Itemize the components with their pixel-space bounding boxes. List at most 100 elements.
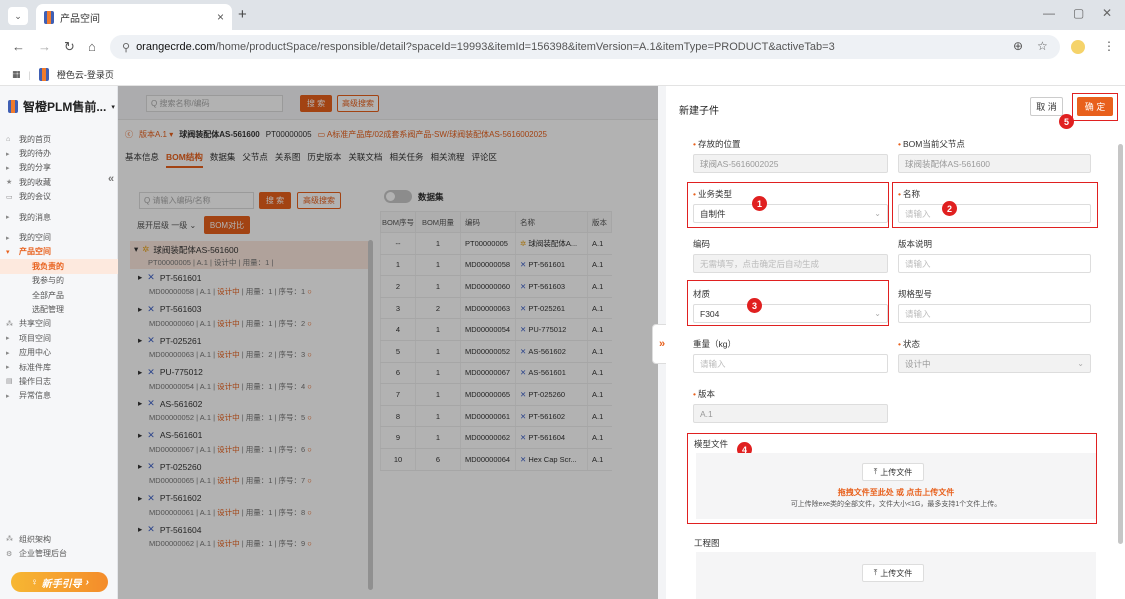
sidebar-bottom: ⁂ 组织架构 ⚙ 企业管理后台 bbox=[0, 532, 118, 561]
sidebar-item-label: 项目空间 bbox=[19, 333, 51, 343]
spec-input[interactable]: 请输入 bbox=[898, 304, 1091, 323]
sidebar-item-shared-space[interactable]: ⁂ 共享空间 bbox=[0, 317, 118, 331]
cancel-button[interactable]: 取 消 bbox=[1030, 97, 1063, 116]
version-field: A.1 bbox=[693, 404, 888, 423]
chevron-down-icon: ▾ bbox=[111, 103, 115, 111]
sidebar-item-label: 全部产品 bbox=[32, 290, 64, 300]
material-select[interactable]: F304 ⌄ bbox=[693, 304, 888, 323]
sidebar-item-errors[interactable]: ▸ 异常信息 bbox=[0, 389, 118, 403]
chevron-down-icon: ⌄ bbox=[1077, 359, 1084, 368]
name-label: • 名称 bbox=[898, 189, 920, 199]
window-close-icon[interactable]: ✕ bbox=[1102, 6, 1112, 20]
drawer-scrollbar[interactable] bbox=[1118, 144, 1123, 544]
model-upload-button[interactable]: ⤒ 上传文件 bbox=[862, 463, 924, 481]
site-info-icon[interactable]: ⚲ bbox=[122, 41, 130, 54]
browser-tab[interactable]: 产品空间 × bbox=[36, 4, 232, 30]
back-icon[interactable]: ← bbox=[12, 39, 25, 54]
upload-button-label: 上传文件 bbox=[880, 568, 913, 578]
brand-name: 智橙PLM售前... bbox=[23, 100, 107, 114]
sidebar-item-standard-lib[interactable]: ▸ 标准件库 bbox=[0, 360, 118, 374]
more-menu-icon[interactable]: ⋮ bbox=[1103, 39, 1115, 53]
version-note-label: 版本说明 bbox=[898, 239, 933, 249]
sidebar-item-label: 产品空间 bbox=[19, 247, 51, 257]
sidebar-item-label: 我的收藏 bbox=[19, 177, 51, 187]
beginner-guide-button[interactable]: ♀ 新手引导 › bbox=[11, 572, 108, 592]
sidebar-item-messages[interactable]: ▸ 我的消息 bbox=[0, 210, 118, 224]
sidebar-nav: ⌂ 我的首页 ▸ 我的待办 ▸ 我的分享 ★ 我的收藏 ▭ 我的会议 ▸ 我的消息 ▸ 我的空… bbox=[0, 132, 118, 403]
spec-label: 规格型号 bbox=[898, 289, 933, 299]
sidebar-item-config[interactable]: 选配管理 bbox=[0, 302, 118, 316]
project-icon: ▸ bbox=[6, 335, 10, 343]
drawing-upload-button[interactable]: ⤒ 上传文件 bbox=[862, 564, 924, 582]
zoom-icon[interactable]: ⊕ bbox=[1013, 39, 1023, 53]
apps-grid-icon[interactable]: ▦ bbox=[12, 69, 21, 80]
chevron-right-icon: › bbox=[85, 576, 89, 588]
model-file-label: 模型文件 bbox=[694, 439, 729, 449]
sidebar-item-product-space[interactable]: ▾ 产品空间 bbox=[0, 245, 118, 259]
sidebar-item-home[interactable]: ⌂ 我的首页 bbox=[0, 132, 118, 146]
sidebar: 智橙PLM售前... ▾ ⌂ 我的首页 ▸ 我的待办 ▸ 我的分享 ★ 我的收藏 ▭ 我的… bbox=[0, 86, 118, 599]
sidebar-item-label: 我参与的 bbox=[32, 276, 64, 286]
tab-search-chevron-icon[interactable]: ⌄ bbox=[8, 7, 28, 25]
todo-icon: ▸ bbox=[6, 150, 10, 158]
sidebar-item-org[interactable]: ⁂ 组织架构 bbox=[0, 532, 118, 546]
status-select: 设计中 ⌄ bbox=[898, 354, 1091, 373]
profile-avatar-icon[interactable] bbox=[1071, 40, 1085, 54]
name-input[interactable]: 请输入 bbox=[898, 204, 1091, 223]
workspace-switcher[interactable]: 智橙PLM售前... ▾ bbox=[8, 98, 115, 115]
sidebar-item-oplog[interactable]: ▤ 操作日志 bbox=[0, 374, 118, 388]
sidebar-item-participated[interactable]: 我参与的 bbox=[0, 274, 118, 288]
sidebar-item-meetings[interactable]: ▭ 我的会议 bbox=[0, 190, 118, 204]
bookmarks-bar: ▦ | 橙色云-登录页 bbox=[0, 64, 1125, 86]
version-note-input[interactable]: 请输入 bbox=[898, 254, 1091, 273]
location-label-text: 存放的位置 bbox=[697, 139, 741, 149]
annotation-badge-3: 3 bbox=[747, 298, 762, 313]
biz-type-select[interactable]: 自制件 ⌄ bbox=[693, 204, 888, 223]
url-field[interactable]: ⚲ orangecrde.com/home/productSpace/respo… bbox=[110, 35, 1060, 59]
bookmark-item[interactable]: 橙色云-登录页 bbox=[57, 68, 114, 81]
upload-hint-main: 拖拽文件至此处 或 点击上传文件 bbox=[837, 488, 955, 497]
sidebar-item-my-space[interactable]: ▸ 我的空间 bbox=[0, 230, 118, 244]
version-label-text: 版本 bbox=[697, 389, 715, 399]
minimize-icon[interactable]: — bbox=[1043, 6, 1055, 20]
sidebar-item-app-center[interactable]: ▸ 应用中心 bbox=[0, 345, 118, 359]
drawing-dropzone[interactable]: ⤒ 上传文件 bbox=[696, 552, 1096, 599]
home-icon[interactable]: ⌂ bbox=[88, 39, 96, 54]
sidebar-item-all-products[interactable]: 全部产品 bbox=[0, 288, 118, 302]
url-host: orangecrde.com bbox=[136, 41, 216, 53]
material-label: 材质 bbox=[693, 289, 711, 299]
sidebar-item-project-space[interactable]: ▸ 项目空间 bbox=[0, 331, 118, 345]
status-label: • 状态 bbox=[898, 339, 920, 349]
sidebar-item-admin[interactable]: ⚙ 企业管理后台 bbox=[0, 546, 118, 560]
model-file-dropzone[interactable]: ⤒ 上传文件 拖拽文件至此处 或 点击上传文件 可上传除exe类的全部文件，文件大… bbox=[696, 453, 1096, 519]
annotation-badge-5: 5 bbox=[1059, 114, 1074, 129]
close-tab-icon[interactable]: × bbox=[217, 10, 224, 24]
sidebar-item-label: 我的消息 bbox=[19, 212, 51, 222]
sidebar-item-label: 我负责的 bbox=[32, 261, 64, 271]
bookmark-star-icon[interactable]: ☆ bbox=[1037, 39, 1048, 53]
sidebar-item-responsible[interactable]: 我负责的 bbox=[0, 259, 118, 274]
shared-icon: ⁂ bbox=[6, 320, 13, 328]
guide-label: 新手引导 bbox=[41, 578, 82, 590]
sidebar-item-favorites[interactable]: ★ 我的收藏 bbox=[0, 175, 118, 189]
chevron-down-icon: ⌄ bbox=[874, 209, 881, 218]
code-field: 无需填写，点击确定后自动生成 bbox=[693, 254, 888, 273]
star-icon: ★ bbox=[6, 179, 13, 187]
log-icon: ▤ bbox=[6, 378, 13, 386]
sidebar-item-label: 企业管理后台 bbox=[19, 549, 67, 559]
reload-icon[interactable]: ↻ bbox=[64, 39, 75, 55]
bulb-icon: ♀ bbox=[30, 576, 38, 588]
version-label: • 版本 bbox=[693, 389, 715, 399]
new-tab-icon[interactable]: + bbox=[238, 6, 247, 23]
forward-icon[interactable]: → bbox=[38, 39, 51, 54]
biz-type-value: 自制件 bbox=[700, 208, 726, 219]
restore-icon[interactable]: ▢ bbox=[1073, 6, 1084, 20]
modal-overlay[interactable] bbox=[118, 86, 658, 599]
weight-input[interactable]: 请输入 bbox=[693, 354, 888, 373]
sidebar-item-label: 我的首页 bbox=[19, 134, 51, 144]
sidebar-item-todo[interactable]: ▸ 我的待办 bbox=[0, 146, 118, 160]
sidebar-item-label: 共享空间 bbox=[19, 319, 51, 329]
sidebar-item-share[interactable]: ▸ 我的分享 bbox=[0, 161, 118, 175]
material-value: F304 bbox=[700, 308, 720, 319]
browser-tab-strip: ⌄ 产品空间 × + — ▢ ✕ bbox=[0, 0, 1125, 30]
